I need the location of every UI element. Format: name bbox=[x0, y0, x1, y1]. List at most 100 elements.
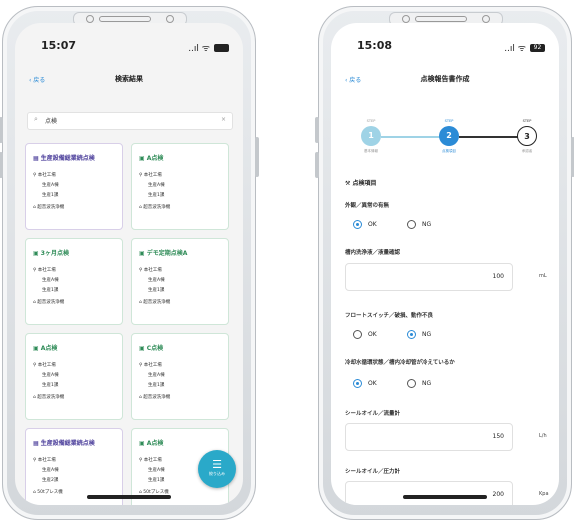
card-title-text: A点検 bbox=[40, 345, 58, 352]
pressure-gauge-input[interactable]: 200 bbox=[345, 481, 513, 505]
card-title-text: C点検 bbox=[146, 345, 164, 352]
card-detail-text: 50tプレス機 bbox=[37, 490, 63, 495]
card-detail-text: 本社工場 bbox=[37, 173, 56, 178]
volume-button bbox=[315, 152, 319, 178]
flow-meter-input[interactable]: 150 bbox=[345, 423, 513, 451]
card-detail-text: 生産1課 bbox=[148, 193, 165, 198]
radio-ng-label: NG bbox=[422, 331, 432, 338]
field-label: 槽内洗浄液／液量確認 bbox=[345, 250, 401, 256]
result-card[interactable]: ▦ 生産設備総業続点検 ⚲ 本社工場 生産A棟 生産1課 ⌂ 超音波洗浄機 bbox=[25, 143, 123, 230]
step-2-circle[interactable]: 2 bbox=[439, 126, 459, 146]
field-label: フロートスイッチ／破損、動作不良 bbox=[345, 313, 434, 319]
radio-selected-icon bbox=[353, 220, 362, 229]
card-detail: ⚲ 本社工場 bbox=[33, 267, 56, 273]
card-title: ▣ 3ヶ月点検 bbox=[33, 248, 69, 257]
page-title: 点検報告書作成 bbox=[420, 75, 470, 83]
step-tag: STEP bbox=[522, 119, 532, 123]
card-detail-text: 本社工場 bbox=[143, 173, 162, 178]
clear-icon[interactable]: × bbox=[221, 116, 226, 123]
power-button bbox=[255, 137, 259, 177]
section-heading: ⚒ 点検項目 bbox=[345, 178, 376, 187]
results-grid: ▦ 生産設備総業続点検 ⚲ 本社工場 生産A棟 生産1課 ⌂ 超音波洗浄機 ▣ A点検 ⚲ … bbox=[25, 143, 237, 505]
signal-wifi-icon: ..ıl ᯤ bbox=[504, 44, 526, 54]
card-title-text: A点検 bbox=[146, 440, 164, 447]
field-label: 冷却水循環状態／槽内冷却管が冷えているか bbox=[345, 360, 455, 366]
result-card[interactable]: ▣ 3ヶ月点検 ⚲ 本社工場 生産A棟 生産1課 ⌂ 超音波洗浄機 bbox=[25, 238, 123, 325]
card-detail-text: 本社工場 bbox=[37, 458, 56, 463]
card-title-text: 生産設備総業続点検 bbox=[40, 155, 95, 162]
card-title: ▦ 生産設備総業続点検 bbox=[33, 438, 95, 447]
status-bar: 15:08 ..ıl ᯤ 92 bbox=[331, 37, 559, 57]
result-card[interactable]: ▦ 生産設備総業続点検 ⚲ 本社工場 生産A棟 生産2課 ⌂ 50tプレス機 bbox=[25, 428, 123, 505]
search-input[interactable]: ⌕ 点検 × bbox=[27, 112, 233, 130]
card-detail: ⚲ 本社工場 bbox=[33, 172, 56, 178]
card-detail-text: 生産1課 bbox=[42, 288, 59, 293]
input-value: 200 bbox=[492, 491, 504, 498]
card-detail-text: 生産A棟 bbox=[148, 468, 165, 473]
card-detail-text: 生産A棟 bbox=[42, 278, 59, 283]
card-detail-text: 本社工場 bbox=[143, 458, 162, 463]
nav-bar: ‹ 戻る 検索結果 bbox=[15, 73, 243, 89]
step-1-circle[interactable]: 1 bbox=[361, 126, 381, 146]
volume-button bbox=[0, 152, 3, 178]
card-detail-text: 生産A棟 bbox=[148, 373, 165, 378]
section-title: 点検項目 bbox=[352, 180, 377, 187]
status-icons: ..ıl ᯤ 92 bbox=[504, 41, 545, 54]
card-detail-text: 生産1課 bbox=[148, 383, 165, 388]
card-detail: 生産1課 bbox=[148, 477, 164, 483]
liquid-volume-input[interactable]: 100 bbox=[345, 263, 513, 291]
search-icon: ⌕ bbox=[34, 115, 38, 123]
unit-label: Kpa bbox=[539, 491, 549, 497]
battery-icon: 92 bbox=[530, 43, 545, 52]
card-detail-text: 超音波洗浄機 bbox=[143, 300, 171, 305]
phone-right: 15:08 ..ıl ᯤ 92 ‹ 戻る 点検報告書作成 STEP 1 基本情報… bbox=[315, 6, 574, 520]
status-bar: 15:07 ..ıl ᯤ bbox=[15, 37, 243, 57]
radio-empty-icon bbox=[353, 330, 362, 339]
volume-button bbox=[0, 117, 3, 143]
step-tag: STEP bbox=[444, 119, 454, 123]
card-detail-text: 超音波洗浄機 bbox=[37, 300, 65, 305]
card-detail-text: 生産A棟 bbox=[42, 373, 59, 378]
input-value: 100 bbox=[492, 273, 504, 280]
signal-wifi-icon: ..ıl ᯤ bbox=[188, 44, 210, 54]
result-card[interactable]: ▣ A点検 ⚲ 本社工場 生産A棟 生産1課 ⌂ 超音波洗浄機 bbox=[25, 333, 123, 420]
card-detail: ⚲ 本社工場 bbox=[33, 457, 56, 463]
field-label: シールオイル／流量計 bbox=[345, 411, 401, 417]
search-results-screen: 15:07 ..ıl ᯤ ‹ 戻る 検索結果 ⌕ 点検 × ▦ 生産設備総業続点… bbox=[15, 23, 243, 505]
card-detail: 生産A棟 bbox=[148, 277, 165, 283]
card-detail: ⌂ 超音波洗浄機 bbox=[33, 394, 64, 400]
card-detail-text: 生産1課 bbox=[148, 478, 165, 483]
result-card[interactable]: ▣ C点検 ⚲ 本社工場 生産A棟 生産1課 ⌂ 超音波洗浄機 bbox=[131, 333, 229, 420]
card-detail: 生産1課 bbox=[42, 287, 58, 293]
page-title: 検索結果 bbox=[115, 75, 143, 83]
filter-button[interactable]: ☰ 絞り込み bbox=[198, 450, 236, 488]
status-time: 15:07 bbox=[41, 39, 77, 52]
card-title-text: 3ヶ月点検 bbox=[40, 250, 69, 257]
radio-ok[interactable]: OK bbox=[353, 379, 377, 388]
input-value: 150 bbox=[492, 433, 504, 440]
step-3-circle[interactable]: 3 bbox=[517, 126, 537, 146]
result-card[interactable]: ▣ デモ定期点検A ⚲ 本社工場 生産A棟 生産1課 ⌂ 超音波洗浄機 bbox=[131, 238, 229, 325]
radio-ng[interactable]: NG bbox=[407, 220, 431, 229]
volume-button bbox=[315, 117, 319, 143]
radio-ok[interactable]: OK bbox=[353, 330, 377, 339]
card-detail-text: 超音波洗浄機 bbox=[143, 205, 171, 210]
card-detail: 生産1課 bbox=[42, 192, 58, 198]
radio-ng[interactable]: NG bbox=[407, 379, 431, 388]
card-detail-text: 超音波洗浄機 bbox=[37, 395, 65, 400]
radio-ok-label: OK bbox=[368, 331, 377, 338]
building-icon: ▦ bbox=[33, 155, 41, 162]
radio-ok[interactable]: OK bbox=[353, 220, 377, 229]
filter-icon: ☰ bbox=[212, 458, 222, 471]
calendar-icon: ▣ bbox=[139, 440, 147, 447]
progress-stepper: STEP 1 基本情報 STEP 2 点検項目 STEP 3 承認者 bbox=[351, 119, 547, 159]
card-title: ▣ A点検 bbox=[139, 153, 163, 162]
calendar-icon: ▣ bbox=[139, 345, 147, 352]
unit-label: L/h bbox=[539, 433, 547, 439]
card-detail-text: 本社工場 bbox=[143, 363, 162, 368]
search-query: 点検 bbox=[45, 118, 58, 125]
field-label: シールオイル／圧力計 bbox=[345, 469, 401, 475]
result-card[interactable]: ▣ A点検 ⚲ 本社工場 生産A棟 生産1課 ⌂ 超音波洗浄機 bbox=[131, 143, 229, 230]
card-detail: ⌂ 超音波洗浄機 bbox=[139, 299, 170, 305]
radio-ng[interactable]: NG bbox=[407, 330, 431, 339]
